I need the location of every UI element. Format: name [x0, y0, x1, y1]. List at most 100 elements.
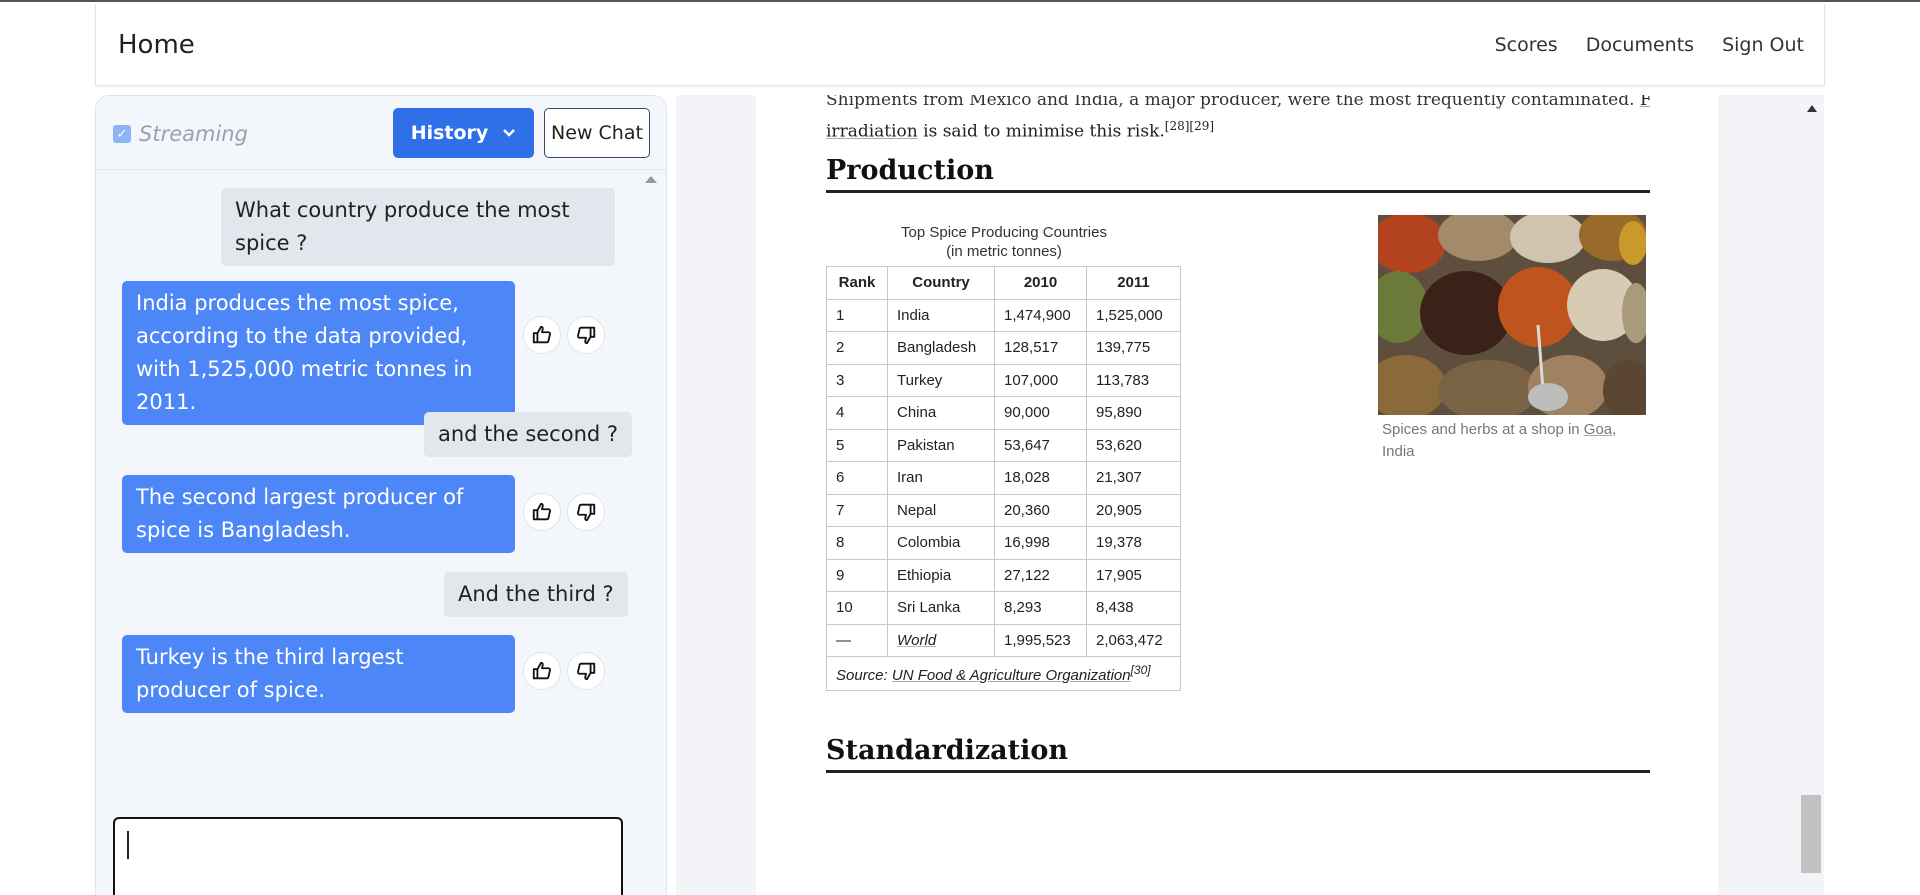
- cell-country: Sri Lanka: [887, 591, 995, 625]
- cell-2011: 8,438: [1086, 591, 1181, 625]
- cell-2010: 18,028: [994, 461, 1087, 495]
- document-viewer: Shipments from Mexico and India, a major…: [676, 95, 1824, 895]
- reference-30[interactable]: [30]: [1131, 663, 1151, 677]
- cell-2011: 19,378: [1086, 526, 1181, 560]
- nav-link-scores[interactable]: Scores: [1495, 34, 1558, 56]
- thumbs-up-icon: [532, 661, 551, 680]
- cell-rank: 3: [826, 363, 888, 397]
- assistant-message: The second largest producer of spice is …: [122, 475, 515, 553]
- food-link[interactable]: Food: [1640, 95, 1650, 110]
- table-row: 6 Iran 18,028 21,307: [826, 461, 1181, 495]
- cell-rank: 4: [826, 396, 888, 430]
- cell-rank: —: [826, 623, 888, 657]
- cell-2011: 113,783: [1086, 363, 1181, 397]
- source-prefix: Source:: [836, 667, 892, 684]
- streaming-toggle[interactable]: ✓ Streaming: [113, 122, 248, 146]
- spices-photo-image: [1378, 215, 1646, 415]
- cell-2011: 139,775: [1086, 331, 1181, 365]
- new-chat-button[interactable]: New Chat: [544, 108, 650, 158]
- thumbs-down-icon: [577, 326, 596, 345]
- home-link[interactable]: Home: [118, 30, 195, 60]
- cell-country: Colombia: [887, 526, 995, 560]
- cell-2011: 21,307: [1086, 461, 1181, 495]
- cell-2011: 20,905: [1086, 493, 1181, 527]
- top-navbar: Home Scores Documents Sign Out: [95, 4, 1825, 86]
- scroll-up-arrow-icon[interactable]: [1807, 105, 1817, 112]
- cell-country: Ethiopia: [887, 558, 995, 592]
- header-2011: 2011: [1086, 266, 1181, 300]
- document-scrollbar[interactable]: [1800, 95, 1824, 895]
- cell-rank: 2: [826, 331, 888, 365]
- header-2010: 2010: [994, 266, 1087, 300]
- user-message: What country produce the most spice ?: [221, 188, 615, 266]
- chat-panel: ✓ Streaming History New Chat What countr…: [95, 95, 667, 895]
- cell-country: Turkey: [887, 363, 995, 397]
- history-button-label: History: [410, 122, 489, 144]
- scrollbar-thumb[interactable]: [1801, 795, 1821, 873]
- streaming-label: Streaming: [139, 122, 248, 146]
- cell-2010: 53,647: [994, 428, 1087, 462]
- cell-2011: 95,890: [1086, 396, 1181, 430]
- goa-link[interactable]: Goa: [1584, 421, 1612, 438]
- thumbs-up-icon: [532, 325, 551, 344]
- table-source: Source: UN Food & Agriculture Organizati…: [826, 656, 1181, 691]
- table-row: 4 China 90,000 95,890: [826, 396, 1181, 430]
- cell-2010: 27,122: [994, 558, 1087, 592]
- document-paragraph: Shipments from Mexico and India, a major…: [826, 95, 1650, 145]
- cell-2010: 20,360: [994, 493, 1087, 527]
- thumbs-down-button[interactable]: [567, 316, 605, 354]
- chevron-down-icon: [503, 129, 516, 137]
- irradiation-text: is said to minimise this risk.: [917, 121, 1165, 142]
- irradiation-link[interactable]: irradiation: [826, 122, 918, 142]
- spices-photo[interactable]: [1378, 215, 1646, 415]
- thumbs-down-button[interactable]: [567, 652, 605, 690]
- thumbs-up-button[interactable]: [523, 493, 561, 531]
- table-row: 3 Turkey 107,000 113,783: [826, 363, 1181, 397]
- heading-standardization: Standardization: [826, 735, 1650, 773]
- streaming-checkbox[interactable]: ✓: [113, 125, 131, 143]
- cell-2010: 128,517: [994, 331, 1087, 365]
- table-row: 2 Bangladesh 128,517 139,775: [826, 331, 1181, 365]
- cell-rank: 7: [826, 493, 888, 527]
- cell-rank: 6: [826, 461, 888, 495]
- fao-link[interactable]: UN Food & Agriculture Organization: [892, 667, 1131, 684]
- table-row: 10 Sri Lanka 8,293 8,438: [826, 591, 1181, 625]
- heading-production: Production: [826, 155, 1650, 193]
- cell-rank: 8: [826, 526, 888, 560]
- table-row: 8 Colombia 16,998 19,378: [826, 526, 1181, 560]
- table-row: 1 India 1,474,900 1,525,000: [826, 298, 1181, 332]
- chat-message-input[interactable]: [113, 817, 623, 895]
- user-message: and the second ?: [424, 412, 633, 457]
- cell-2011: 2,063,472: [1086, 623, 1181, 657]
- table-caption-line2: (in metric tonnes): [946, 243, 1062, 260]
- cell-rank: 1: [826, 298, 888, 332]
- thumbs-up-button[interactable]: [523, 652, 561, 690]
- cell-rank: 5: [826, 428, 888, 462]
- table-caption: Top Spice Producing Countries (in metric…: [826, 223, 1182, 261]
- cell-2010: 8,293: [994, 591, 1087, 625]
- assistant-message: Turkey is the third largest producer of …: [122, 635, 515, 713]
- history-dropdown-button[interactable]: History: [393, 108, 534, 158]
- image-caption-prefix: Spices and herbs at a shop in: [1382, 421, 1584, 438]
- thumbs-up-icon: [532, 502, 551, 521]
- spice-production-table: Rank Country 2010 2011 1 India 1,474,900 1,…: [826, 266, 1181, 691]
- cell-2011: 53,620: [1086, 428, 1181, 462]
- world-link[interactable]: World: [887, 623, 995, 657]
- cell-2011: 1,525,000: [1086, 298, 1181, 332]
- thumbs-up-button[interactable]: [523, 316, 561, 354]
- thumbs-down-icon: [577, 503, 596, 522]
- reference-28-29[interactable]: [28][29]: [1165, 119, 1214, 133]
- nav-link-sign-out[interactable]: Sign Out: [1722, 34, 1804, 56]
- thumbs-down-button[interactable]: [567, 493, 605, 531]
- document-page: Shipments from Mexico and India, a major…: [756, 95, 1718, 895]
- text-caret: [127, 831, 129, 859]
- cell-rank: 10: [826, 591, 888, 625]
- chat-scroll-up-arrow[interactable]: [645, 176, 657, 183]
- table-caption-line1: Top Spice Producing Countries: [901, 224, 1107, 241]
- clipped-text-line: Shipments from Mexico and India, a major…: [826, 95, 1635, 110]
- table-row: 5 Pakistan 53,647 53,620: [826, 428, 1181, 462]
- cell-country: Bangladesh: [887, 331, 995, 365]
- nav-links: Scores Documents Sign Out: [1495, 34, 1804, 56]
- cell-rank: 9: [826, 558, 888, 592]
- nav-link-documents[interactable]: Documents: [1586, 34, 1694, 56]
